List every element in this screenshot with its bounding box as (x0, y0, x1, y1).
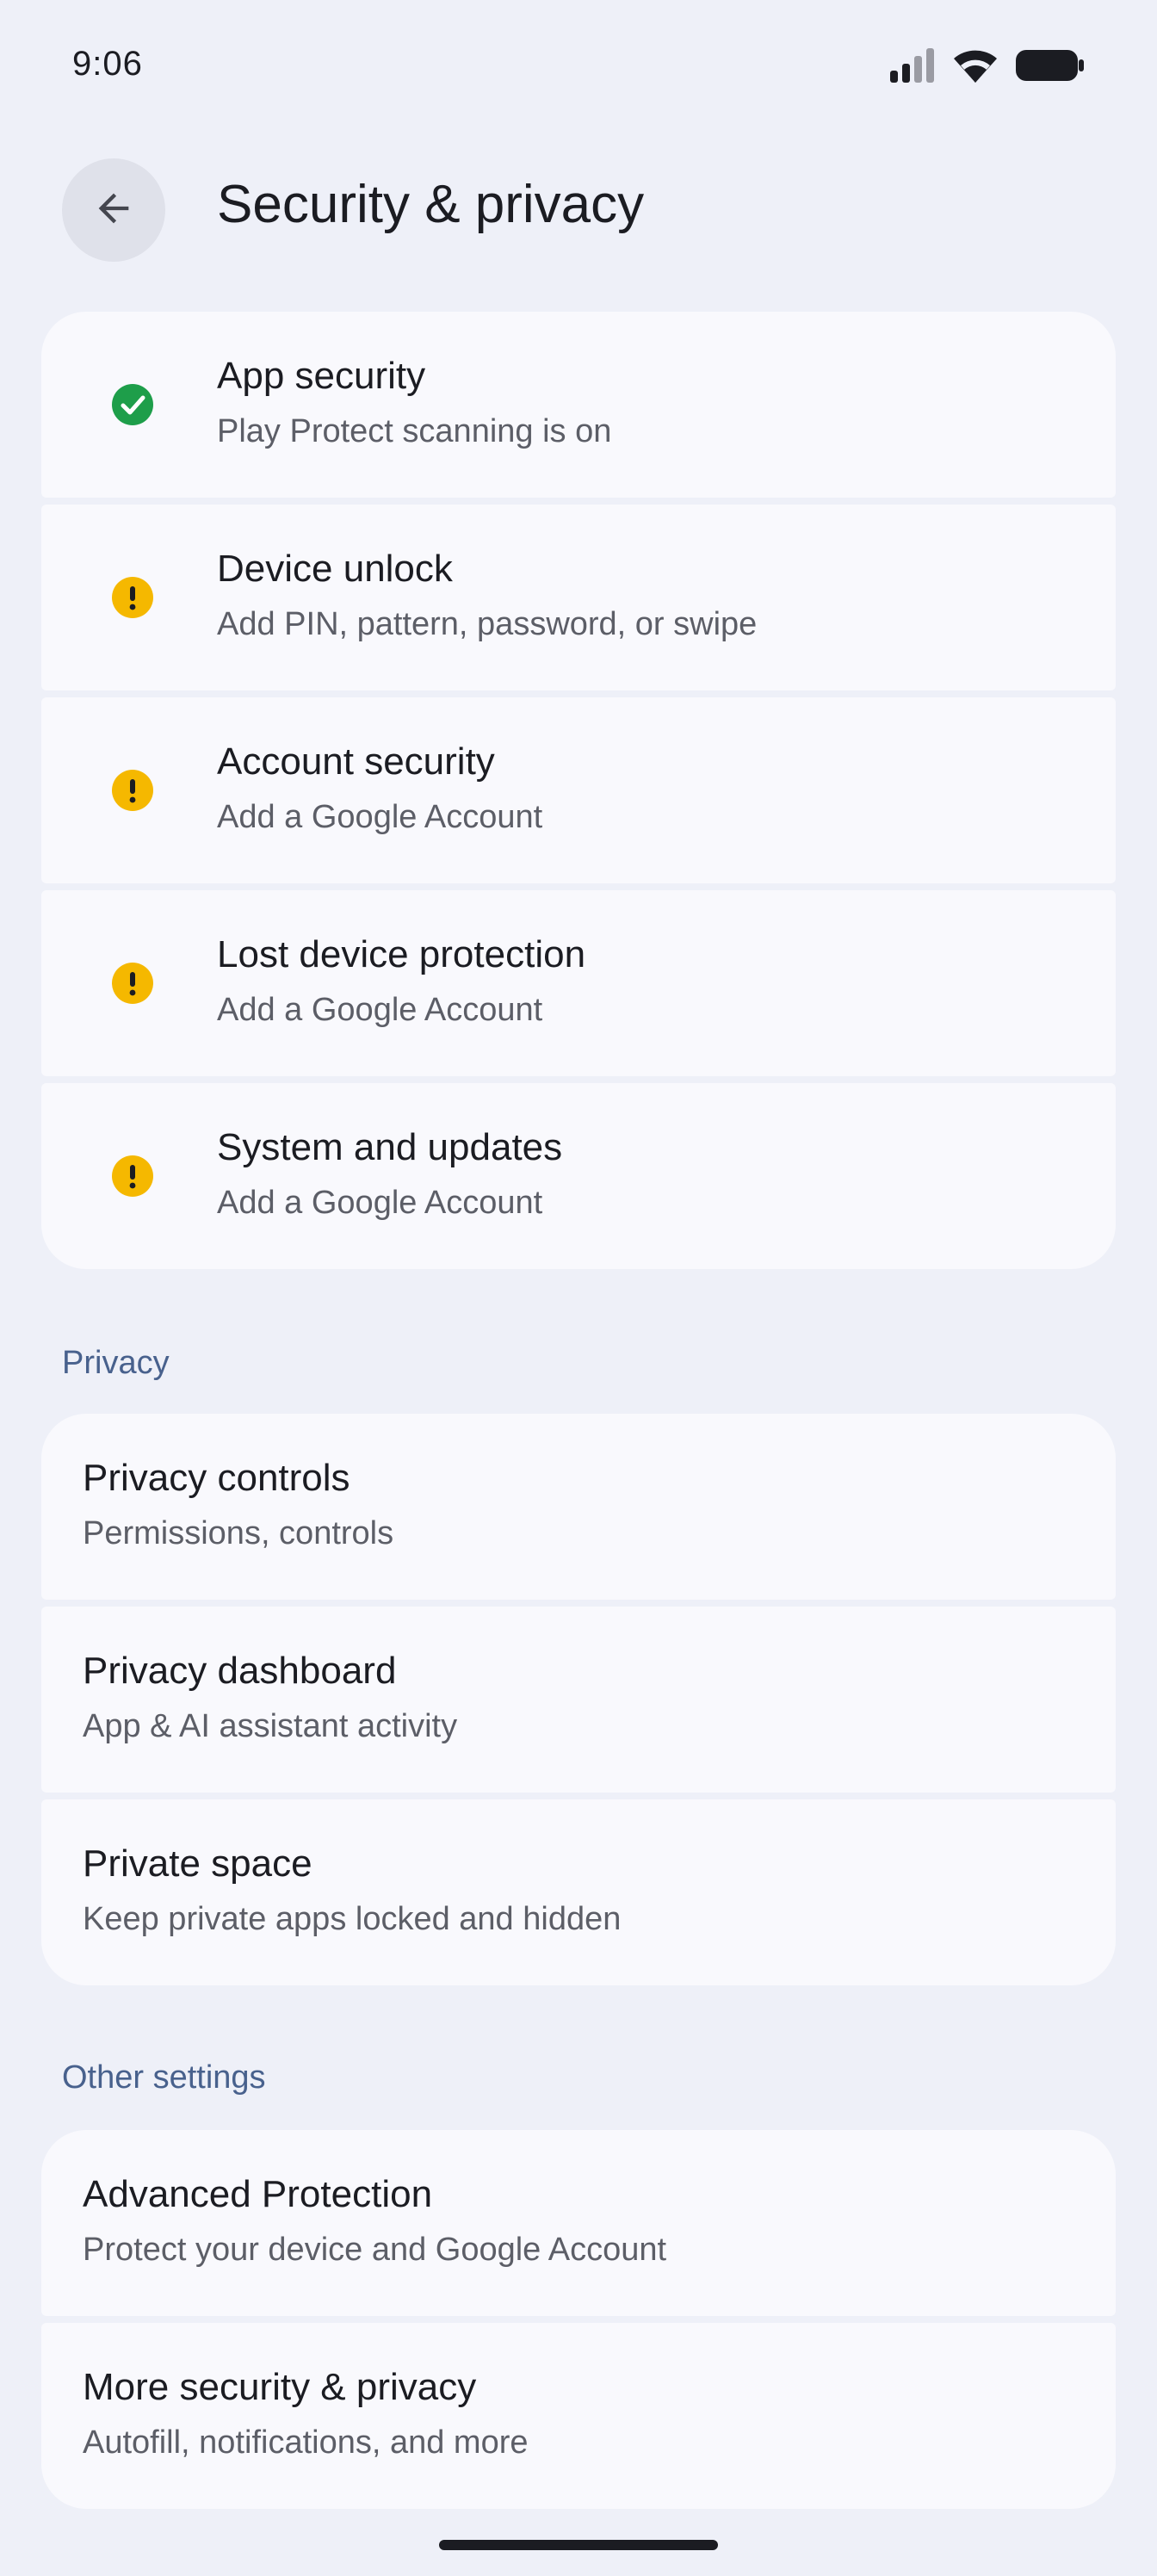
warning-circle-icon (112, 963, 153, 1004)
warning-circle-icon (112, 770, 153, 811)
item-subtitle: Protect your device and Google Account (83, 2232, 667, 2268)
item-title: App security (217, 355, 426, 397)
list-item-privacy-dashboard[interactable]: Privacy dashboard App & AI assistant act… (41, 1607, 1116, 1793)
item-subtitle: App & AI assistant activity (83, 1708, 458, 1744)
item-title: Privacy dashboard (83, 1650, 397, 1692)
list-item-device-unlock[interactable]: Device unlock Add PIN, pattern, password… (41, 505, 1116, 690)
section-header-privacy: Privacy (62, 1345, 170, 1381)
list-item-app-security[interactable]: App security Play Protect scanning is on (41, 312, 1116, 498)
list-item-more-security-privacy[interactable]: More security & privacy Autofill, notifi… (41, 2323, 1116, 2509)
other-settings-list: Advanced Protection Protect your device … (41, 2130, 1116, 2509)
signal-icon (890, 48, 935, 83)
item-subtitle: Add a Google Account (217, 1185, 543, 1221)
list-item-system-and-updates[interactable]: System and updates Add a Google Account (41, 1083, 1116, 1269)
status-icons (890, 48, 1085, 83)
battery-icon (1016, 48, 1085, 83)
list-item-account-security[interactable]: Account security Add a Google Account (41, 697, 1116, 883)
item-title: System and updates (217, 1126, 563, 1168)
status-time: 9:06 (72, 45, 143, 83)
security-status-list: App security Play Protect scanning is on… (41, 312, 1116, 1269)
item-title: More security & privacy (83, 2366, 477, 2408)
item-subtitle: Permissions, controls (83, 1515, 394, 1551)
item-subtitle: Add a Google Account (217, 992, 543, 1028)
arrow-back-icon (91, 186, 136, 235)
item-title: Advanced Protection (83, 2173, 433, 2215)
item-subtitle: Add PIN, pattern, password, or swipe (217, 606, 758, 642)
item-subtitle: Play Protect scanning is on (217, 413, 612, 449)
item-title: Lost device protection (217, 933, 586, 975)
status-bar: 9:06 (0, 0, 1157, 129)
back-button[interactable] (62, 158, 165, 262)
list-item-lost-device-protection[interactable]: Lost device protection Add a Google Acco… (41, 890, 1116, 1076)
item-title: Privacy controls (83, 1457, 350, 1499)
item-subtitle: Add a Google Account (217, 799, 543, 835)
item-title: Account security (217, 740, 495, 783)
app-bar: Security & privacy (0, 155, 1157, 267)
list-item-advanced-protection[interactable]: Advanced Protection Protect your device … (41, 2130, 1116, 2316)
list-item-privacy-controls[interactable]: Privacy controls Permissions, controls (41, 1414, 1116, 1600)
page-title: Security & privacy (217, 175, 645, 234)
item-title: Device unlock (217, 548, 453, 590)
home-indicator[interactable] (439, 2540, 718, 2550)
warning-circle-icon (112, 1155, 153, 1197)
item-subtitle: Keep private apps locked and hidden (83, 1901, 622, 1937)
check-circle-icon (112, 384, 153, 425)
list-item-private-space[interactable]: Private space Keep private apps locked a… (41, 1799, 1116, 1985)
privacy-list: Privacy controls Permissions, controls P… (41, 1414, 1116, 1985)
wifi-icon (954, 48, 997, 83)
item-subtitle: Autofill, notifications, and more (83, 2424, 529, 2461)
section-header-other-settings: Other settings (62, 2059, 266, 2096)
warning-circle-icon (112, 577, 153, 618)
item-title: Private space (83, 1842, 312, 1885)
